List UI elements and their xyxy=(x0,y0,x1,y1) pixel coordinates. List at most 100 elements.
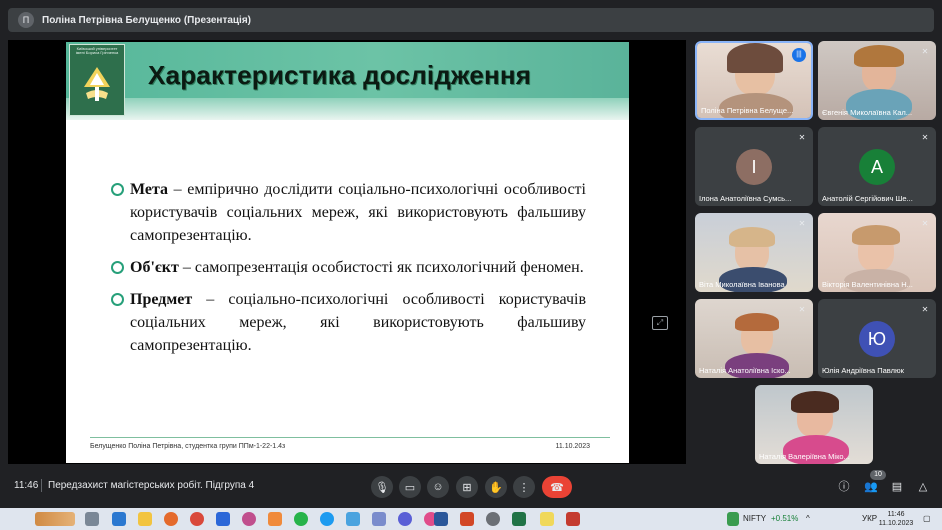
raise-hand-button[interactable]: ✋ xyxy=(485,476,507,498)
phone-hangup-icon: ☎ xyxy=(550,481,564,494)
presenter-bar: П Поліна Петрівна Белущенко (Презентація… xyxy=(8,8,934,32)
university-logo: Київський університет імені Бориса Грінч… xyxy=(69,44,125,116)
info-icon: ⓘ xyxy=(838,481,850,493)
settings-icon[interactable] xyxy=(486,512,500,526)
participant-name: Ілона Анатоліївна Сумсь... xyxy=(699,194,792,203)
participant-avatar: А xyxy=(859,149,895,185)
shapes-icon: △ xyxy=(918,481,928,493)
slide: Київський університет імені Бориса Грінч… xyxy=(66,42,629,463)
clock-time: 11:46 xyxy=(887,511,905,518)
app-icon[interactable] xyxy=(540,512,554,526)
camera-button[interactable]: ▭ xyxy=(399,476,421,498)
chat-button[interactable]: ▤ xyxy=(889,479,905,495)
bullet-circle-icon xyxy=(111,183,124,196)
bullet-circle-icon xyxy=(111,261,124,274)
ticker-change: +0.51% xyxy=(771,514,799,523)
chrome-icon[interactable] xyxy=(190,512,204,526)
participant-tile[interactable]: ✕ Наталія Анатоліївна Іско... xyxy=(695,299,813,378)
app-icon[interactable] xyxy=(346,512,360,526)
camera-icon: ▭ xyxy=(404,481,416,494)
powerpoint-icon[interactable] xyxy=(460,512,474,526)
skype-icon[interactable] xyxy=(320,512,334,526)
whatsapp-icon[interactable] xyxy=(294,512,308,526)
app-icon[interactable] xyxy=(268,512,282,526)
zoom-icon[interactable] xyxy=(216,512,230,526)
tray-chevron-icon[interactable]: ^ xyxy=(806,514,810,523)
windows-taskbar: NIFTY +0.51% ^ УКР 11:46 11.10.2023 ▢ xyxy=(0,508,942,530)
activities-button[interactable]: △ xyxy=(915,479,931,495)
people-icon: 👥 xyxy=(864,481,878,493)
participant-avatar: Ю xyxy=(859,321,895,357)
clock-date: 11.10.2023 xyxy=(878,520,914,527)
file-explorer-icon[interactable] xyxy=(138,512,152,526)
stock-chart-icon xyxy=(727,512,739,526)
bullet-circle-icon xyxy=(111,293,124,306)
mic-off-icon: ✕ xyxy=(798,305,806,314)
participant-tile[interactable]: ||| Поліна Петрівна Белуще... xyxy=(695,41,813,120)
header-stripe xyxy=(66,98,629,120)
microphone-button[interactable]: 🎙 xyxy=(371,476,393,498)
meeting-time: 11:46 xyxy=(14,480,39,491)
meeting-name: Передзахист магістерських робіт. Підгруп… xyxy=(48,480,255,491)
more-options-button[interactable]: ⋮ xyxy=(513,476,535,498)
system-clock[interactable]: 11:46 11.10.2023 xyxy=(876,510,916,528)
bullet-list: Мета – емпірично дослідити соціально-пси… xyxy=(110,178,586,366)
participant-tile[interactable]: Ю ✕ Юлія Андріївна Павлюк xyxy=(818,299,936,378)
present-button[interactable]: ⊞ xyxy=(456,476,478,498)
participant-tile[interactable]: ✕ Євгенія Миколаївна Кал... xyxy=(818,41,936,120)
footer-author: Белущенко Поліна Петрівна, студентка гру… xyxy=(90,443,286,450)
participant-name: Вікторія Валентинівна Н... xyxy=(822,280,913,289)
unpin-icon[interactable]: ⤢ xyxy=(652,316,668,330)
emoji-icon: ☺ xyxy=(432,481,444,493)
app-icon[interactable] xyxy=(372,512,386,526)
app-icon[interactable] xyxy=(566,512,580,526)
mic-off-icon: ✕ xyxy=(798,219,806,228)
input-language[interactable]: УКР xyxy=(862,514,877,523)
logo-text: Київський університет імені Бориса Грінч… xyxy=(75,46,119,55)
meet-window: П Поліна Петрівна Белущенко (Презентація… xyxy=(0,0,942,530)
ticker-name[interactable]: NIFTY xyxy=(743,514,766,523)
weather-widget-icon[interactable] xyxy=(35,512,75,526)
bullet-term: Мета xyxy=(130,181,169,198)
mic-off-icon: ✕ xyxy=(921,47,929,56)
participant-avatar: І xyxy=(736,149,772,185)
participant-tile[interactable]: ✕ Вікторія Валентинівна Н... xyxy=(818,213,936,292)
microphone-icon: 🎙 xyxy=(375,481,389,494)
end-call-button[interactable]: ☎ xyxy=(542,476,572,498)
excel-icon[interactable] xyxy=(512,512,526,526)
mic-off-icon: ✕ xyxy=(921,305,929,314)
app-icon[interactable] xyxy=(398,512,412,526)
hand-icon: ✋ xyxy=(489,481,503,494)
firefox-icon[interactable] xyxy=(164,512,178,526)
participant-name: Наталія Анатоліївна Іско... xyxy=(699,366,791,375)
divider xyxy=(41,479,42,492)
bullet-subject: Предмет – соціально-психологічні особлив… xyxy=(110,288,586,357)
participant-name: Віта Миколаївна Іванова xyxy=(699,280,785,289)
participant-name: Юлія Андріївна Павлюк xyxy=(822,366,904,375)
meeting-details-button[interactable]: ⓘ xyxy=(836,479,852,495)
speaking-indicator-icon: ||| xyxy=(792,48,806,62)
bullet-text: – соціально-психологічні особливості кор… xyxy=(130,291,586,354)
participant-name: Поліна Петрівна Белуще... xyxy=(701,106,794,115)
bullet-term: Об'єкт xyxy=(130,259,179,276)
mic-off-icon: ✕ xyxy=(921,133,929,142)
word-icon[interactable] xyxy=(434,512,448,526)
participant-name: Наталія Валеріївна Міко... xyxy=(759,452,850,461)
messenger-icon[interactable] xyxy=(242,512,256,526)
notifications-icon[interactable]: ▢ xyxy=(923,514,931,523)
participant-tile[interactable]: І ✕ Ілона Анатоліївна Сумсь... xyxy=(695,127,813,206)
people-button[interactable]: 👥 xyxy=(863,479,879,495)
participant-tile[interactable]: Наталія Валеріївна Міко... xyxy=(755,385,873,464)
participant-name: Анатолій Сергійович Ше... xyxy=(822,194,913,203)
chat-icon: ▤ xyxy=(891,481,903,493)
slide-title: Характеристика дослідження xyxy=(148,60,532,90)
app-icon[interactable] xyxy=(112,512,126,526)
participant-tile[interactable]: А ✕ Анатолій Сергійович Ше... xyxy=(818,127,936,206)
task-view-icon[interactable] xyxy=(85,512,99,526)
bullet-object: Об'єкт – самопрезентація особистості як … xyxy=(110,256,586,279)
meeting-controls-bar: 11:46 Передзахист магістерських робіт. П… xyxy=(0,470,942,502)
presentation-title: Поліна Петрівна Белущенко (Презентація) xyxy=(42,14,251,26)
reactions-button[interactable]: ☺ xyxy=(427,476,449,498)
mic-off-icon: ✕ xyxy=(921,219,929,228)
participant-tile[interactable]: ✕ Віта Миколаївна Іванова xyxy=(695,213,813,292)
